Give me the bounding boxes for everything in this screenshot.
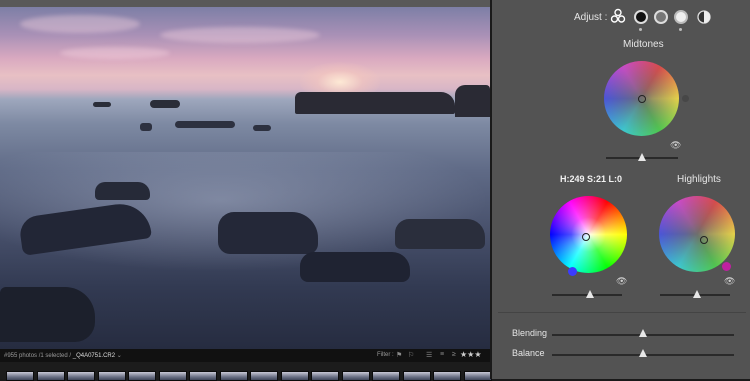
filmstrip-thumbnail[interactable] <box>158 371 187 381</box>
global-view-icon[interactable] <box>697 10 711 24</box>
active-indicator <box>639 28 642 31</box>
filmstrip-thumbnail[interactable] <box>189 371 217 381</box>
selection-status: #955 photos /1 selected / _Q4A0751.CR2 ⌄ <box>4 352 122 359</box>
filmstrip-thumbnail[interactable] <box>463 371 492 381</box>
rock <box>300 252 410 282</box>
divider <box>498 312 746 313</box>
filmstrip-thumbnail[interactable] <box>372 371 400 381</box>
filmstrip-thumbnail[interactable] <box>311 371 339 381</box>
shadows-view-button[interactable] <box>634 10 648 24</box>
shadows-hsl-readout: H:249 S:21 L:0 <box>560 174 623 184</box>
highlights-wheel-handle[interactable] <box>700 236 708 244</box>
filmstrip-thumbnail[interactable] <box>280 371 309 381</box>
comparison-icon[interactable]: ≥ <box>452 351 456 358</box>
filmstrip-thumbnail[interactable] <box>67 371 95 381</box>
highlights-view-button[interactable] <box>674 10 688 24</box>
rock <box>93 102 111 107</box>
rock <box>95 182 150 200</box>
filmstrip-thumbnail[interactable] <box>402 371 431 381</box>
rock <box>150 100 180 108</box>
rock <box>0 287 95 342</box>
midtones-wheel-handle[interactable] <box>638 95 646 103</box>
highlights-luminance-thumb[interactable] <box>693 290 701 298</box>
shadows-luminance-thumb[interactable] <box>586 290 594 298</box>
eye-icon[interactable]: 👁 <box>616 276 627 287</box>
shadows-wheel-handle[interactable] <box>582 233 590 241</box>
rock <box>253 125 271 131</box>
filmstrip-thumbnail[interactable] <box>97 371 126 381</box>
filmstrip-thumbnail[interactable] <box>36 371 65 381</box>
cloud <box>60 47 170 59</box>
list-icon[interactable]: ≡ <box>440 351 444 358</box>
filter-label: Filter : <box>377 352 394 358</box>
cloud <box>20 15 140 33</box>
filmstrip-thumbnail[interactable] <box>433 371 461 381</box>
color-grading-panel: Adjust : Midtones 👁 H:249 S:21 L:0 👁 Hig… <box>490 0 750 379</box>
rock-headland <box>295 92 455 114</box>
rock <box>175 121 235 128</box>
cloud <box>160 27 320 43</box>
filmstrip-thumbnail[interactable] <box>219 371 248 381</box>
sliders-icon[interactable]: ☰ <box>426 351 432 359</box>
midtones-view-button[interactable] <box>654 10 668 24</box>
balance-label: Balance <box>512 348 545 358</box>
rock <box>395 219 485 249</box>
filmstrip-header: #955 photos /1 selected / _Q4A0751.CR2 ⌄… <box>0 349 490 362</box>
rock <box>140 123 152 131</box>
filmstrip-thumbnail[interactable] <box>341 371 370 381</box>
blending-slider-thumb[interactable] <box>639 329 647 337</box>
active-indicator <box>679 28 682 31</box>
balance-slider-thumb[interactable] <box>639 349 647 357</box>
highlights-knob[interactable] <box>722 262 731 271</box>
flag-filter-icon[interactable]: ⚐ <box>408 351 414 359</box>
flag-filter-icon[interactable]: ⚑ <box>396 351 402 359</box>
three-way-view-icon[interactable] <box>610 8 626 24</box>
midtones-title: Midtones <box>623 39 664 50</box>
photo-preview[interactable] <box>0 7 490 349</box>
rating-filter-stars[interactable]: ★★★ <box>460 350 482 359</box>
filmstrip <box>0 362 492 381</box>
midtones-luminance-thumb[interactable] <box>638 153 646 161</box>
blending-label: Blending <box>512 328 548 338</box>
eye-icon[interactable]: 👁 <box>724 276 735 287</box>
shadows-knob[interactable] <box>568 267 577 276</box>
midtones-knob[interactable] <box>682 95 689 102</box>
filmstrip-thumbnail[interactable] <box>250 371 278 381</box>
highlights-color-wheel[interactable] <box>659 196 735 272</box>
top-strip <box>0 0 490 7</box>
filmstrip-thumbnail[interactable] <box>128 371 156 381</box>
filmstrip-thumbnail[interactable] <box>6 371 34 381</box>
selected-filename[interactable]: _Q4A0751.CR2 <box>73 353 115 359</box>
rock-headland <box>455 85 490 117</box>
highlights-title: Highlights <box>677 174 721 185</box>
rock <box>218 212 318 254</box>
eye-icon[interactable]: 👁 <box>670 140 681 151</box>
filename-dropdown-icon[interactable]: ⌄ <box>115 353 122 359</box>
adjust-label: Adjust : <box>574 12 608 23</box>
photo-count-text: #955 photos /1 selected / <box>4 353 72 359</box>
